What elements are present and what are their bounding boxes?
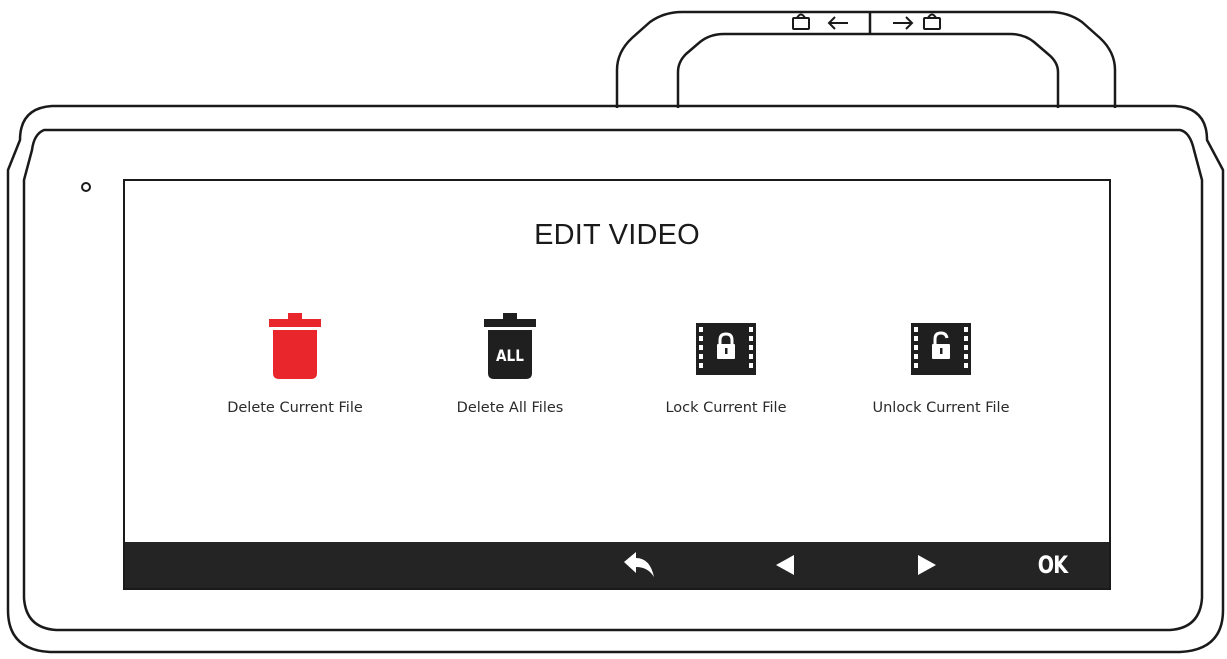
trash-all-icon: ALL [484, 313, 536, 379]
film-unlock-icon [911, 323, 971, 375]
return-arrow-icon [624, 552, 654, 577]
menu-label: Unlock Current File [872, 400, 1010, 416]
menu-item-delete-current[interactable]: Delete Current File [200, 311, 390, 431]
bottom-control-bar: OK [125, 542, 1109, 588]
previous-button[interactable] [755, 542, 815, 588]
triangle-left-icon [776, 555, 794, 575]
mic-hole [81, 182, 91, 192]
menu-item-unlock-current[interactable]: Unlock Current File [846, 311, 1036, 431]
lcd-screen: EDIT VIDEO Delete Current File ALL Delet… [123, 179, 1111, 590]
menu-label: Lock Current File [665, 400, 787, 416]
next-button[interactable] [897, 542, 957, 588]
menu-item-lock-current[interactable]: Lock Current File [631, 311, 821, 431]
menu-label: Delete All Files [456, 400, 564, 416]
ok-label: OK [1037, 551, 1067, 579]
film-lock-icon [696, 323, 756, 375]
triangle-right-icon [918, 555, 936, 575]
menu-item-delete-all[interactable]: ALL Delete All Files [415, 311, 605, 431]
ok-button[interactable]: OK [1022, 542, 1082, 588]
menu-label: Delete Current File [227, 400, 363, 416]
back-button[interactable] [609, 542, 669, 588]
all-badge-text: ALL [496, 347, 524, 365]
red-trash-icon [269, 313, 321, 379]
page-title: EDIT VIDEO [534, 219, 700, 251]
bracket-lock-indicators [792, 13, 941, 30]
